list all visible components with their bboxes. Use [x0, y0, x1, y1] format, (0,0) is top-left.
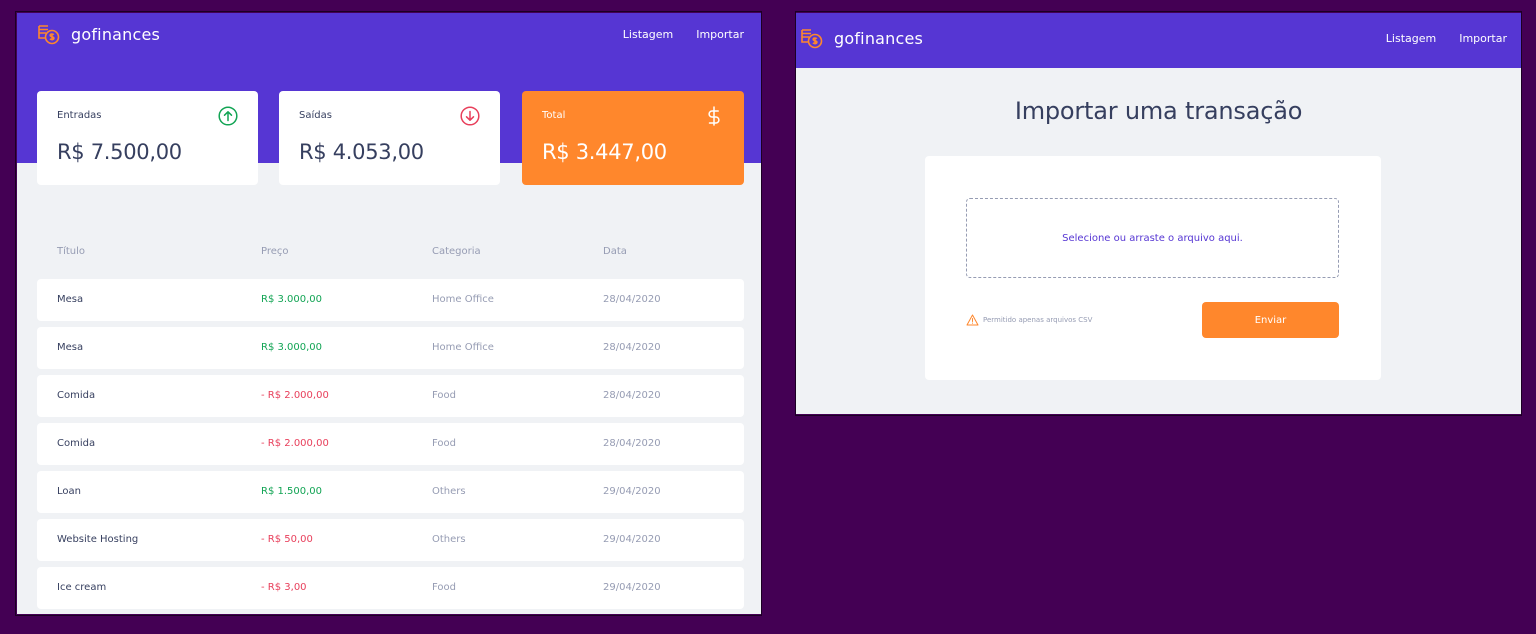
row-title: Mesa [57, 294, 84, 305]
app-name: gofinances [834, 28, 924, 48]
dashboard-window: gofinances Listagem Importar Entradas R$… [17, 13, 761, 614]
column-header-title: Título [57, 246, 86, 257]
alert-triangle-icon [966, 314, 979, 326]
row-date: 28/04/2020 [603, 342, 661, 353]
row-category: Others [432, 486, 466, 497]
row-category: Home Office [432, 294, 494, 305]
row-price: - R$ 50,00 [261, 534, 313, 545]
row-title: Mesa [57, 342, 84, 353]
row-date: 29/04/2020 [603, 582, 661, 593]
row-title: Ice cream [57, 582, 107, 593]
upload-card: Selecione ou arraste o arquivo aqui. Per… [925, 156, 1381, 380]
table-row: Website Hosting - R$ 50,00 Others 29/04/… [37, 519, 744, 561]
income-card: Entradas R$ 7.500,00 [37, 91, 258, 185]
row-category: Food [432, 582, 456, 593]
nav-link-importar[interactable]: Importar [1459, 32, 1507, 45]
outcome-card: Saídas R$ 4.053,00 [279, 91, 500, 185]
total-card-label: Total [542, 110, 566, 121]
row-title: Comida [57, 438, 96, 449]
row-date: 29/04/2020 [603, 534, 661, 545]
app-logo[interactable]: gofinances [800, 27, 923, 49]
income-card-value: R$ 7.500,00 [57, 140, 182, 164]
row-price: R$ 3.000,00 [261, 342, 323, 353]
row-title: Website Hosting [57, 534, 139, 545]
row-price: - R$ 3,00 [261, 582, 307, 593]
row-date: 28/04/2020 [603, 390, 661, 401]
transactions-table-header: Título Preço Categoria Data [17, 246, 761, 260]
dollar-sign-icon [708, 106, 720, 126]
app-name: gofinances [71, 24, 161, 44]
table-row: Ice cream - R$ 3,00 Food 29/04/2020 [37, 567, 744, 609]
table-row: Mesa R$ 3.000,00 Home Office 28/04/2020 [37, 279, 744, 321]
outcome-card-label: Saídas [299, 110, 332, 121]
nav-link-listagem[interactable]: Listagem [1386, 32, 1436, 45]
row-price: - R$ 2.000,00 [261, 438, 329, 449]
arrow-down-circle-icon [460, 106, 480, 126]
row-category: Others [432, 534, 466, 545]
total-card-value: R$ 3.447,00 [542, 140, 667, 164]
submit-button[interactable]: Enviar [1202, 302, 1339, 338]
row-title: Loan [57, 486, 81, 497]
row-date: 29/04/2020 [603, 486, 661, 497]
row-category: Home Office [432, 342, 494, 353]
arrow-up-circle-icon [218, 106, 238, 126]
row-category: Food [432, 390, 456, 401]
table-row: Loan R$ 1.500,00 Others 29/04/2020 [37, 471, 744, 513]
row-date: 28/04/2020 [603, 294, 661, 305]
nav-link-listagem[interactable]: Listagem [623, 28, 673, 41]
coins-dollar-icon [801, 29, 823, 49]
column-header-category: Categoria [432, 246, 481, 257]
outcome-card-value: R$ 4.053,00 [299, 140, 424, 164]
column-header-price: Preço [261, 246, 289, 257]
top-nav: Listagem Importar [623, 28, 744, 41]
upload-hint: Permitido apenas arquivos CSV [966, 314, 1092, 326]
income-card-label: Entradas [57, 110, 102, 121]
row-price: R$ 3.000,00 [261, 294, 323, 305]
row-category: Food [432, 438, 456, 449]
column-header-date: Data [603, 246, 627, 257]
dropzone-text: Selecione ou arraste o arquivo aqui. [1062, 232, 1243, 244]
coins-dollar-icon [38, 25, 60, 45]
table-row: Mesa R$ 3.000,00 Home Office 28/04/2020 [37, 327, 744, 369]
total-card: Total R$ 3.447,00 [522, 91, 744, 185]
table-row: Comida - R$ 2.000,00 Food 28/04/2020 [37, 423, 744, 465]
import-window: gofinances Listagem Importar Importar um… [796, 13, 1521, 414]
top-nav: Listagem Importar [1386, 32, 1507, 45]
table-row: Comida - R$ 2.000,00 Food 28/04/2020 [37, 375, 744, 417]
nav-link-importar[interactable]: Importar [696, 28, 744, 41]
page-title: Importar uma transação [1014, 97, 1303, 125]
row-date: 28/04/2020 [603, 438, 661, 449]
row-price: R$ 1.500,00 [261, 486, 323, 497]
row-title: Comida [57, 390, 96, 401]
app-logo[interactable]: gofinances [37, 23, 160, 45]
file-dropzone[interactable]: Selecione ou arraste o arquivo aqui. [966, 198, 1339, 278]
row-price: - R$ 2.000,00 [261, 390, 329, 401]
upload-hint-text: Permitido apenas arquivos CSV [983, 316, 1093, 324]
